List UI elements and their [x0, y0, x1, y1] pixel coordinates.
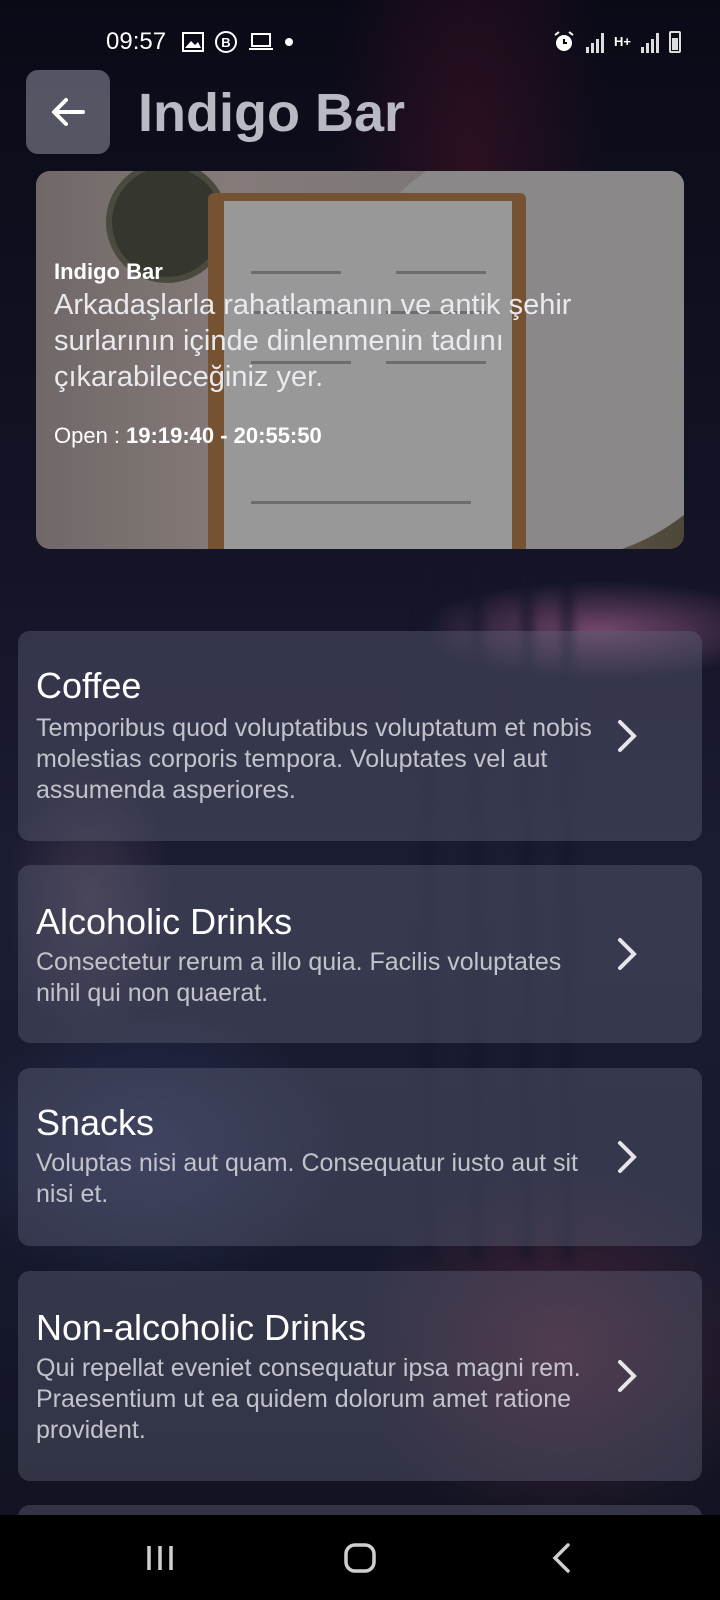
- nav-back-button[interactable]: [532, 1537, 592, 1579]
- signal-icon: [640, 31, 659, 53]
- back-chevron-icon: [552, 1543, 570, 1573]
- opening-hours-value: 19:19:40 - 20:55:50: [126, 423, 322, 448]
- dot-icon: [285, 38, 293, 46]
- opening-hours: Open : 19:19:40 - 20:55:50: [54, 423, 322, 449]
- venue-hero-card: Indigo Bar Arkadaşlarla rahatlamanın ve …: [36, 171, 684, 549]
- alarm-icon: [554, 31, 574, 51]
- back-button[interactable]: [26, 70, 110, 154]
- image-icon: [182, 32, 204, 52]
- venue-description: Arkadaşlarla rahatlamanın ve antik şehir…: [54, 289, 572, 393]
- page-title: Indigo Bar: [138, 83, 405, 143]
- category-title: Snacks: [36, 1102, 155, 1143]
- recents-icon: [147, 1546, 173, 1570]
- hplus-data-icon: H+: [614, 34, 631, 49]
- category-description: Qui repellat eveniet consequatur ipsa ma…: [36, 1354, 581, 1444]
- chevron-right-icon: [610, 1140, 644, 1174]
- system-icons: H+: [552, 30, 681, 54]
- venue-name: Indigo Bar: [54, 259, 163, 284]
- category-description: Temporibus quod voluptatibus voluptatum …: [36, 714, 592, 804]
- category-card-non-alcoholic-drinks[interactable]: Non-alcoholic Drinks Qui repellat evenie…: [18, 1271, 702, 1481]
- category-title: Coffee: [36, 665, 142, 706]
- category-description: Voluptas nisi aut quam. Consequatur iust…: [36, 1149, 578, 1208]
- category-card-alcoholic-drinks[interactable]: Alcoholic Drinks Consectetur rerum a ill…: [18, 865, 702, 1043]
- system-nav-bar: [0, 1515, 720, 1600]
- chevron-right-icon: [610, 1359, 644, 1393]
- home-icon: [344, 1543, 376, 1573]
- home-button[interactable]: [330, 1537, 390, 1579]
- category-card-snacks[interactable]: Snacks Voluptas nisi aut quam. Consequat…: [18, 1068, 702, 1246]
- category-title: Alcoholic Drinks: [36, 901, 293, 942]
- arrow-left-icon: [52, 98, 85, 126]
- battery-icon: [668, 31, 681, 53]
- recents-button[interactable]: [130, 1537, 190, 1579]
- svg-text:B: B: [221, 35, 230, 50]
- category-card-coffee[interactable]: Coffee Temporibus quod voluptatibus volu…: [18, 631, 702, 841]
- notification-icons: B: [182, 30, 294, 54]
- category-title: Non-alcoholic Drinks: [36, 1307, 367, 1348]
- category-description: Consectetur rerum a illo quia. Facilis v…: [36, 948, 562, 1007]
- chevron-right-icon: [610, 719, 644, 753]
- b-badge-icon: B: [215, 31, 237, 53]
- opening-hours-label: Open :: [54, 423, 121, 448]
- laptop-icon: [249, 33, 273, 50]
- signal-icon: [586, 31, 604, 53]
- chevron-right-icon: [610, 937, 644, 971]
- status-time: 09:57: [106, 28, 167, 55]
